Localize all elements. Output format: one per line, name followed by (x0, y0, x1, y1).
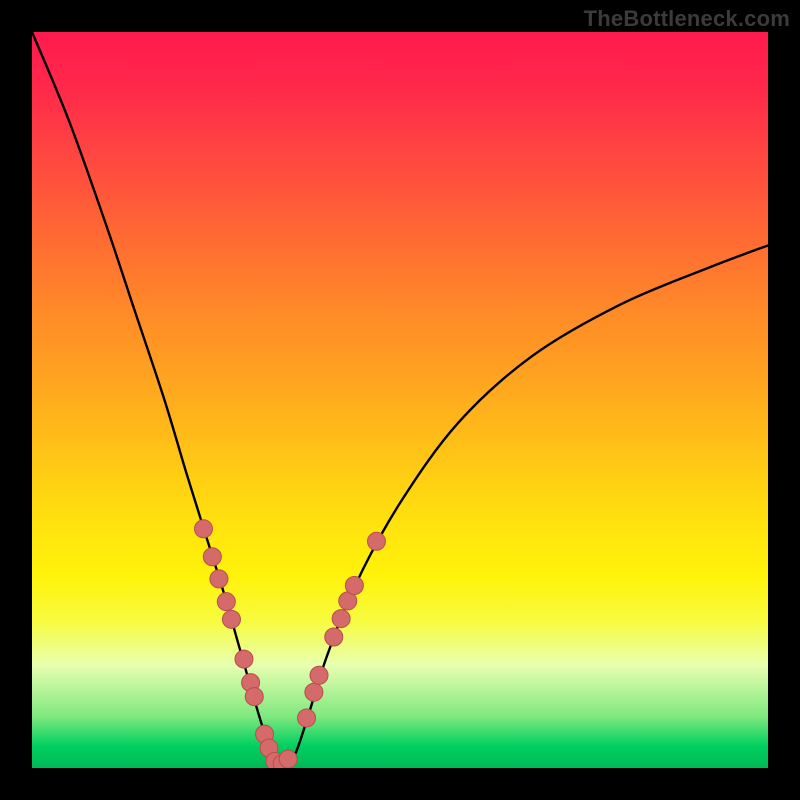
curve-marker (245, 688, 263, 706)
plot-area (32, 32, 768, 768)
bottleneck-curve (32, 32, 768, 766)
curve-marker (367, 532, 385, 550)
curve-markers (194, 520, 385, 768)
curve-marker (235, 650, 253, 668)
curve-marker (332, 610, 350, 628)
chart-container: TheBottleneck.com (0, 0, 800, 800)
curve-marker (210, 570, 228, 588)
curve-marker (194, 520, 212, 538)
watermark-text: TheBottleneck.com (584, 6, 790, 32)
chart-overlay (32, 32, 768, 768)
curve-marker (298, 709, 316, 727)
curve-marker (310, 666, 328, 684)
curve-marker (203, 548, 221, 566)
curve-marker (345, 576, 363, 594)
curve-marker (222, 610, 240, 628)
curve-marker (305, 683, 323, 701)
curve-marker (325, 628, 343, 646)
curve-marker (279, 750, 297, 768)
curve-marker (217, 593, 235, 611)
